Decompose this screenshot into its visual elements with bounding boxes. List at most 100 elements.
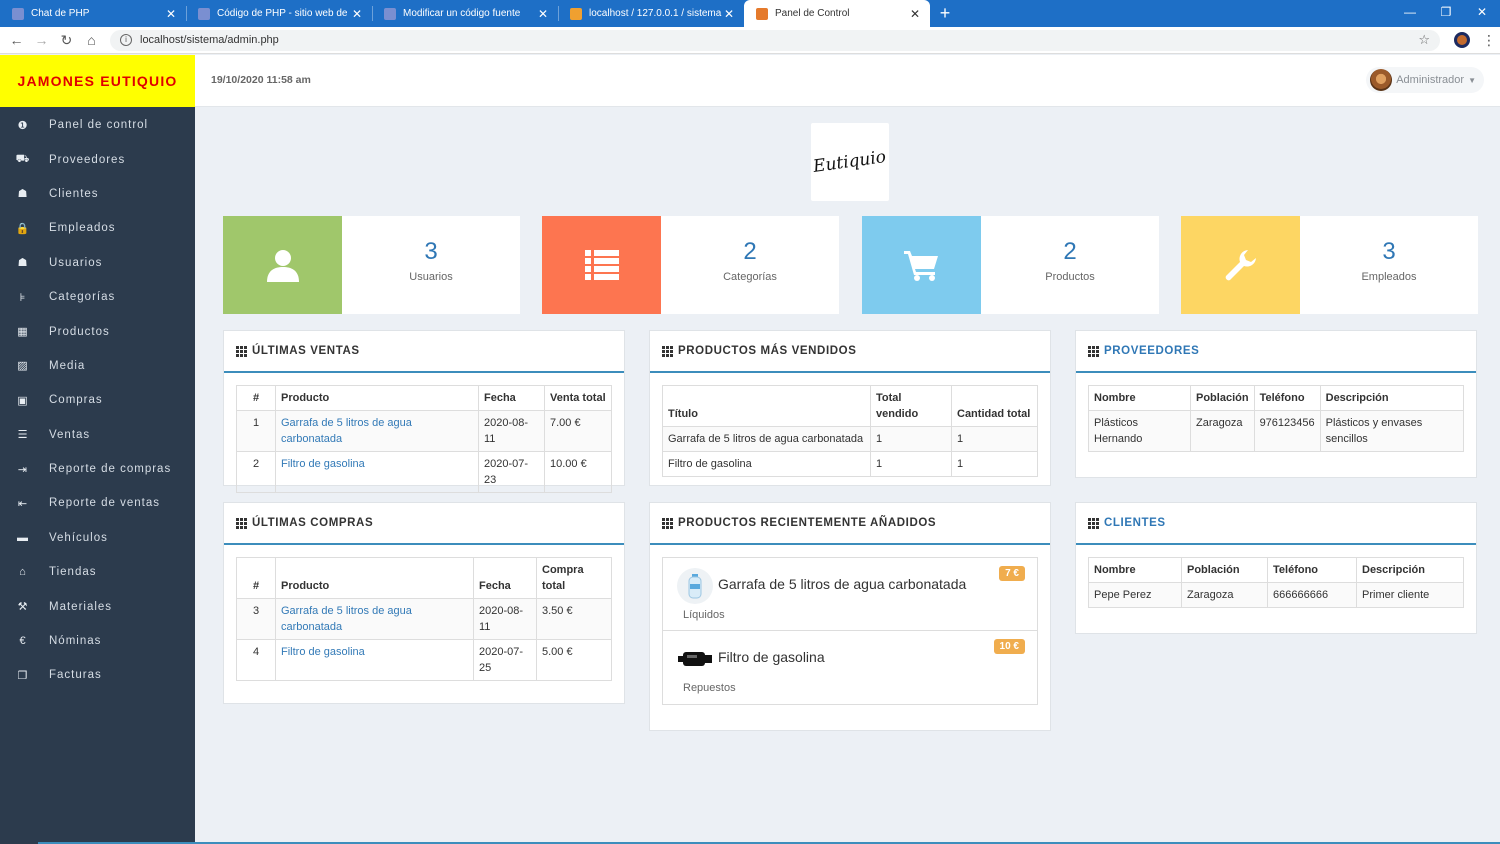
sidebar-item-label: Reporte de compras xyxy=(49,463,172,476)
sidebar-item-clientes[interactable]: ☗ Clientes xyxy=(0,177,195,211)
brand-logo[interactable]: JAMONES EUTIQUIO xyxy=(0,55,195,107)
column-header: Fecha xyxy=(473,557,537,599)
list-item[interactable]: Garrafa de 5 litros de agua carbonatada … xyxy=(663,558,1037,631)
browser-tab[interactable]: Código de PHP - sitio web de im ✕ xyxy=(186,0,372,27)
sidebar-item-materiales[interactable]: ⚒ Materiales xyxy=(0,589,195,623)
sidebar-item-panel-de-control[interactable]: ❶ Panel de control xyxy=(0,108,195,142)
favicon-icon xyxy=(756,7,768,20)
favicon-icon xyxy=(384,7,396,20)
sidebar-item-productos[interactable]: ▦ Productos xyxy=(0,314,195,348)
sidebar-item-compras[interactable]: ▣ Compras xyxy=(0,383,195,417)
forward-icon[interactable]: → xyxy=(29,32,54,48)
address-bar-row: ← → ↻ ⌂ i localhost/sistema/admin.php ☆ … xyxy=(0,27,1500,54)
url-field[interactable]: i localhost/sistema/admin.php ☆ xyxy=(110,29,1440,51)
panel-proveedores: PROVEEDORES Nombre Población Teléfono De… xyxy=(1075,330,1477,478)
stat-empleados[interactable]: 3 Empleados xyxy=(1181,216,1478,314)
users-icon: ⛟ xyxy=(15,152,31,165)
column-header: Descripción xyxy=(1356,557,1464,583)
sidebar-item-reporte-de-compras[interactable]: ⇥ Reporte de compras xyxy=(0,452,195,486)
sidebar-item-facturas[interactable]: ❐ Facturas xyxy=(0,658,195,692)
water-bottle-icon xyxy=(677,568,713,604)
restore-icon[interactable]: ❐ xyxy=(1428,0,1464,27)
info-icon: ❶ xyxy=(17,119,29,132)
sidebar-item-usuarios[interactable]: ☗ Usuarios xyxy=(0,246,195,280)
stat-productos[interactable]: 2 Productos xyxy=(862,216,1159,314)
table-cell: 4 xyxy=(236,639,276,681)
close-tab-icon[interactable]: ✕ xyxy=(722,7,736,21)
back-icon[interactable]: ← xyxy=(4,32,29,48)
close-tab-icon[interactable]: ✕ xyxy=(350,7,364,21)
table-row: 4 Filtro de gasolina 2020-07-25 5.00 € xyxy=(236,639,612,681)
sidebar-item-nominas[interactable]: € Nóminas xyxy=(0,624,195,658)
mas-vendidos-table: Título Total vendido Cantidad total Garr… xyxy=(662,385,1038,477)
table-cell: 1 xyxy=(951,451,1038,477)
stat-label: Categorías xyxy=(723,271,777,283)
site-info-icon[interactable]: i xyxy=(120,34,132,46)
close-tab-icon[interactable]: ✕ xyxy=(536,7,550,21)
product-link[interactable]: Garrafa de 5 litros de agua carbonatada xyxy=(281,605,412,633)
sidebar-item-vehiculos[interactable]: ▬ Vehículos xyxy=(0,521,195,555)
grid-icon xyxy=(236,517,247,529)
sidebar-item-label: Facturas xyxy=(49,669,102,682)
grid-icon xyxy=(662,345,673,357)
home-icon[interactable]: ⌂ xyxy=(79,32,104,48)
product-name[interactable]: Filtro de gasolina xyxy=(718,649,825,665)
close-tab-icon[interactable]: ✕ xyxy=(164,7,178,21)
product-link[interactable]: Filtro de gasolina xyxy=(281,646,365,658)
sidebar-item-categorias[interactable]: ⊧ Categorías xyxy=(0,280,195,314)
column-header: Descripción xyxy=(1319,385,1465,411)
column-header: Título xyxy=(662,385,871,427)
sidebar-item-label: Compras xyxy=(49,394,103,407)
browser-tab-active[interactable]: Panel de Control ✕ xyxy=(744,0,930,27)
product-name[interactable]: Garrafa de 5 litros de agua carbonatada xyxy=(718,576,966,592)
close-window-icon[interactable]: ✕ xyxy=(1464,0,1500,27)
panel-title: PROVEEDORES xyxy=(1104,345,1200,357)
product-link[interactable]: Garrafa de 5 litros de agua carbonatada xyxy=(281,417,412,445)
extension-icon[interactable] xyxy=(1454,32,1470,48)
panel-header: CLIENTES xyxy=(1076,503,1476,545)
reload-icon[interactable]: ↻ xyxy=(54,32,79,49)
browser-tab[interactable]: Modificar un código fuente ✕ xyxy=(372,0,558,27)
grid-icon xyxy=(662,517,673,529)
panel-ultimas-compras: ÚLTIMAS COMPRAS # Producto Fecha Compra … xyxy=(223,502,625,704)
table-row: 3 Garrafa de 5 litros de agua carbonatad… xyxy=(236,598,612,640)
table-cell: 2020-08-11 xyxy=(473,598,537,640)
column-header: Teléfono xyxy=(1267,557,1357,583)
bookmark-star-icon[interactable]: ☆ xyxy=(1418,32,1430,48)
browser-tab[interactable]: Chat de PHP ✕ xyxy=(0,0,186,27)
new-tab-button[interactable]: + xyxy=(930,0,960,27)
current-datetime: 19/10/2020 11:58 am xyxy=(211,74,311,86)
sidebar-item-label: Tiendas xyxy=(49,566,97,579)
table-cell: 1 xyxy=(951,426,1038,452)
user-menu[interactable]: Administrador ▼ xyxy=(1366,67,1484,93)
grid-icon xyxy=(1088,517,1099,529)
product-category: Líquidos xyxy=(683,609,725,621)
company-logo: Eutiquio xyxy=(811,123,889,201)
sidebar-item-label: Usuarios xyxy=(49,256,103,269)
sidebar-item-ventas[interactable]: ☰ Ventas xyxy=(0,418,195,452)
indent-icon: ⊧ xyxy=(19,291,27,304)
tools-icon: ⚒ xyxy=(17,601,29,614)
column-header: Venta total xyxy=(544,385,612,411)
stat-categorias[interactable]: 2 Categorías xyxy=(542,216,839,314)
minimize-icon[interactable]: — xyxy=(1392,0,1428,27)
panel-title: ÚLTIMAS COMPRAS xyxy=(252,517,374,529)
sidebar-item-label: Clientes xyxy=(49,187,99,200)
browser-menu-icon[interactable]: ⋮ xyxy=(1482,32,1496,49)
table-row: 1 Garrafa de 5 litros de agua carbonatad… xyxy=(236,410,612,452)
close-tab-icon[interactable]: ✕ xyxy=(908,7,922,21)
sidebar-item-tiendas[interactable]: ⌂ Tiendas xyxy=(0,555,195,589)
column-header: Producto xyxy=(275,385,479,411)
stat-usuarios[interactable]: 3 Usuarios xyxy=(223,216,520,314)
column-header: Teléfono xyxy=(1253,385,1321,411)
sidebar-item-reporte-de-ventas[interactable]: ⇤ Reporte de ventas xyxy=(0,486,195,520)
table-cell: 1 xyxy=(236,410,276,452)
sidebar-item-media[interactable]: ▨ Media xyxy=(0,349,195,383)
sidebar-item-label: Nóminas xyxy=(49,635,102,648)
table-cell: 2020-07-23 xyxy=(478,451,545,493)
browser-tab[interactable]: localhost / 127.0.0.1 / sistema | p ✕ xyxy=(558,0,744,27)
product-link[interactable]: Filtro de gasolina xyxy=(281,458,365,470)
sidebar-item-empleados[interactable]: 🔒 Empleados xyxy=(0,211,195,245)
sidebar-item-proveedores[interactable]: ⛟ Proveedores xyxy=(0,142,195,176)
list-item[interactable]: Filtro de gasolina Repuestos 10 € xyxy=(663,631,1037,704)
